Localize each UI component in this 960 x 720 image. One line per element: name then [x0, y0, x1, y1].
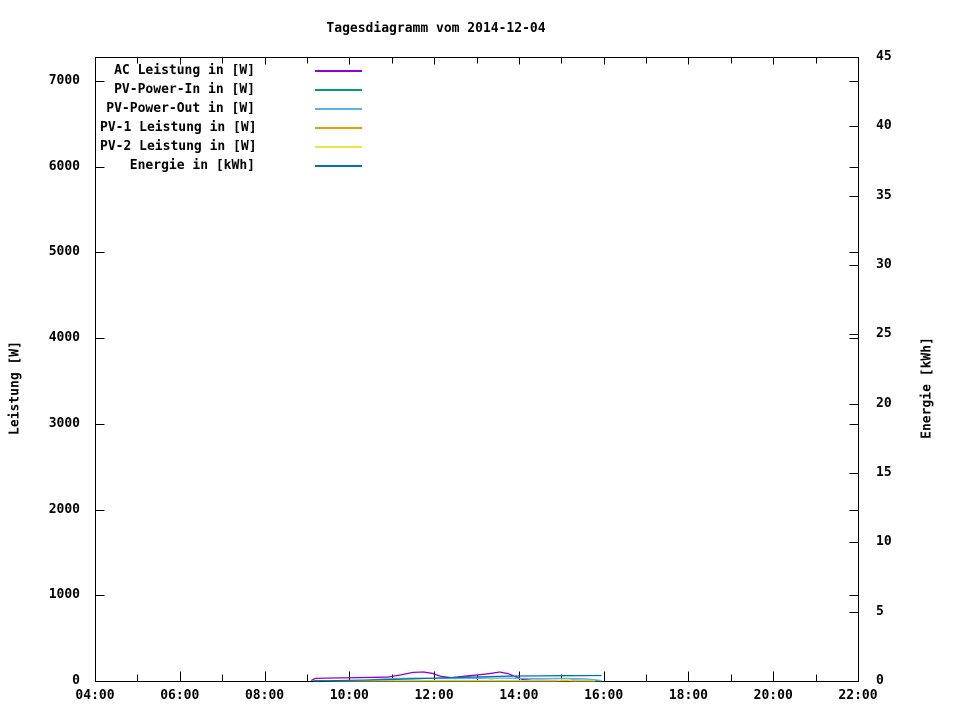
legend-line-sample [315, 88, 362, 91]
legend-label: PV-Power-Out in [W] [106, 101, 255, 116]
y-right-tick-label: 20 [876, 395, 892, 411]
x-tick-label: 16:00 [584, 688, 624, 703]
x-tick-label: 06:00 [160, 688, 200, 703]
x-tick-label: 12:00 [414, 688, 454, 703]
legend-label: PV-1 Leistung in [W] [100, 120, 257, 135]
data-series [310, 671, 602, 682]
y-right-tick-label: 0 [876, 673, 884, 688]
legend-line-sample [315, 164, 362, 167]
legend: AC Leistung in [W] PV-Power-In in [W] PV… [100, 61, 365, 175]
y-right-tick-label: 10 [876, 534, 892, 550]
legend-line-sample [315, 126, 362, 129]
x-tick-label: 14:00 [499, 688, 539, 703]
legend-item: PV-1 Leistung in [W] [100, 118, 365, 137]
legend-item: AC Leistung in [W] [100, 61, 365, 80]
chart-canvas: Tagesdiagramm vom 2014-12-04 Leistung [W… [0, 0, 960, 720]
x-tick-label: 22:00 [838, 688, 878, 703]
legend-item: Energie in [kWh] [100, 156, 365, 175]
legend-item: PV-Power-Out in [W] [100, 99, 365, 118]
x-tick-label: 04:00 [75, 688, 115, 703]
y-left-tick-label: 7000 [48, 73, 80, 88]
y-right-tick-label: 5 [876, 603, 884, 619]
legend-line-sample [315, 107, 362, 110]
x-tick-label: 18:00 [668, 688, 708, 703]
y-right-tick-label: 45 [876, 49, 892, 64]
y-right-tick-label: 30 [876, 257, 892, 272]
legend-label: Energie in [kWh] [129, 158, 255, 173]
y-left-tick-label: 0 [72, 673, 80, 688]
x-tick-label: 08:00 [244, 688, 285, 703]
y-left-tick-label: 2000 [48, 501, 80, 517]
legend-label: PV-2 Leistung in [W] [100, 139, 257, 154]
y-left-tick-label: 4000 [48, 330, 80, 346]
legend-label: AC Leistung in [W] [114, 63, 255, 78]
y-left-tick-label: 1000 [48, 587, 80, 603]
x-tick-label: 20:00 [753, 688, 793, 703]
y-right-tick-label: 35 [876, 187, 892, 203]
x-tick-label: 10:00 [329, 688, 369, 703]
legend-item: PV-Power-In in [W] [100, 80, 365, 99]
y-left-tick-label: 5000 [48, 244, 80, 260]
legend-line-sample [315, 145, 362, 148]
y-right-tick-label: 40 [876, 118, 892, 134]
y-right-tick-label: 15 [876, 465, 892, 480]
legend-label: PV-Power-In in [W] [114, 82, 255, 97]
legend-line-sample [315, 69, 362, 72]
y-right-tick-label: 25 [876, 326, 892, 342]
y-left-tick-label: 6000 [48, 158, 80, 174]
legend-item: PV-2 Leistung in [W] [100, 137, 365, 156]
y-left-tick-label: 3000 [48, 415, 80, 431]
